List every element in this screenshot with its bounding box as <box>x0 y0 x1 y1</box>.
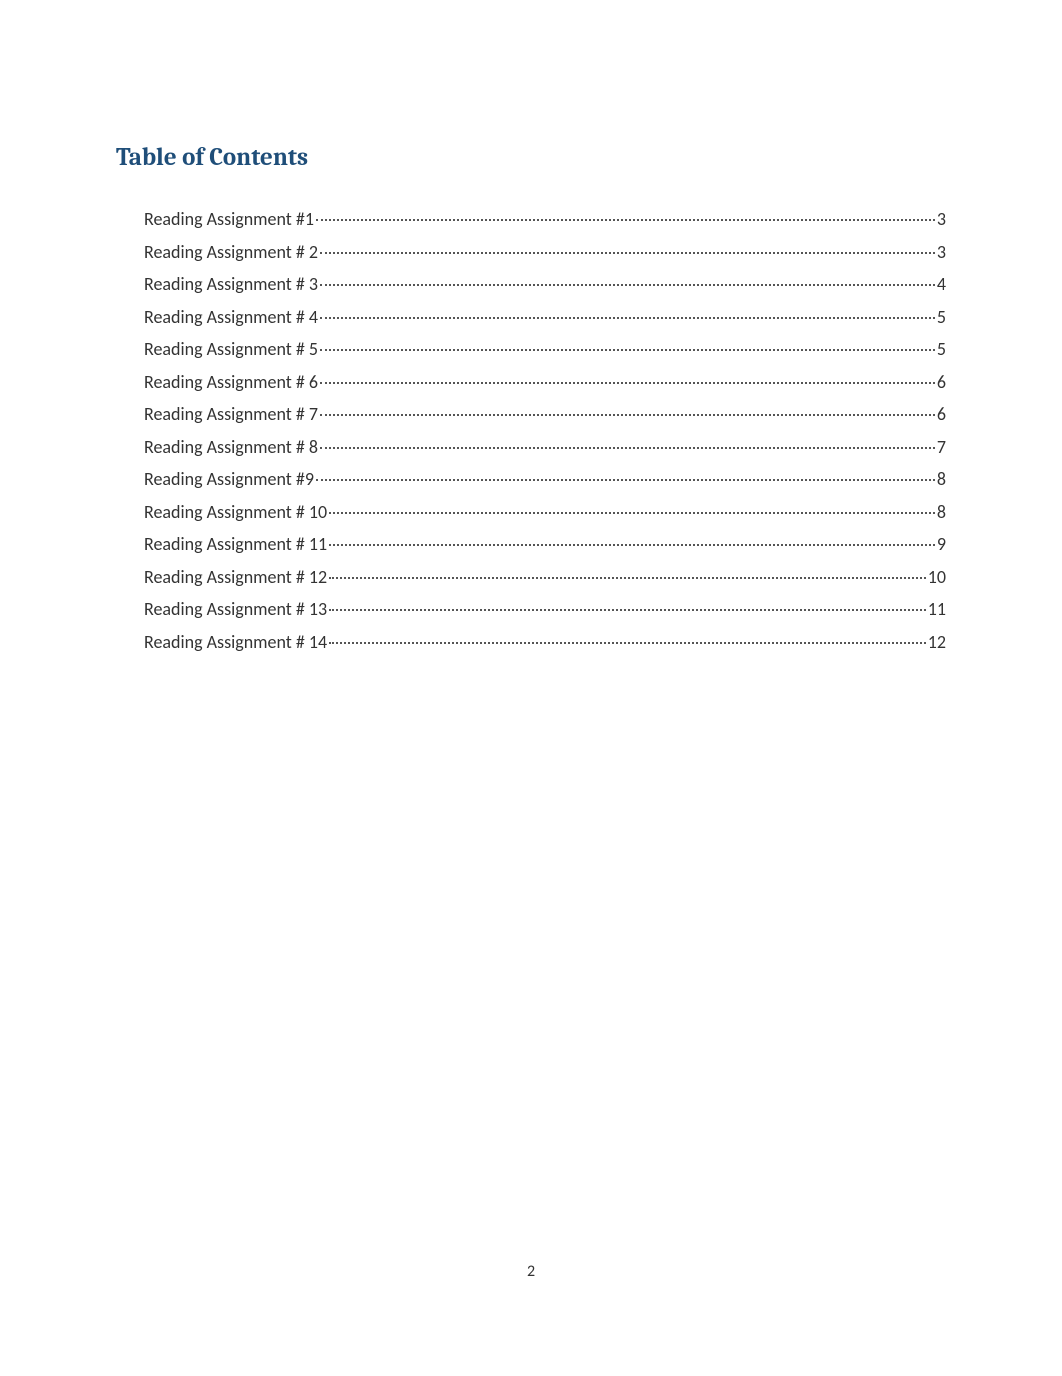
toc-entry[interactable]: Reading Assignment # 12 10 <box>144 568 946 586</box>
toc-leader-dots <box>329 642 926 644</box>
toc-entry-title: Reading Assignment # 12 <box>144 568 327 586</box>
toc-entry-title: Reading Assignment # 10 <box>144 503 327 521</box>
toc-leader-dots <box>329 577 926 579</box>
toc-entry[interactable]: Reading Assignment # 10 8 <box>144 503 946 521</box>
toc-entry-page: 6 <box>937 405 946 423</box>
toc-entry-page: 7 <box>937 438 946 456</box>
toc-entry[interactable]: Reading Assignment #9 8 <box>144 470 946 488</box>
toc-heading: Table of Contents <box>116 143 946 172</box>
toc-entry-page: 4 <box>937 275 946 293</box>
toc-leader-dots <box>320 252 935 254</box>
document-page: Table of Contents Reading Assignment #1 3… <box>0 0 1062 1376</box>
toc-entry-title: Reading Assignment # 11 <box>144 535 327 553</box>
toc-entry[interactable]: Reading Assignment # 3 4 <box>144 275 946 293</box>
toc-entry[interactable]: Reading Assignment # 11 9 <box>144 535 946 553</box>
toc-entry-page: 3 <box>937 210 946 228</box>
toc-entry-page: 12 <box>928 633 946 651</box>
toc-entry-title: Reading Assignment # 14 <box>144 633 327 651</box>
toc-entry-title: Reading Assignment # 4 <box>144 308 318 326</box>
toc-leader-dots <box>320 447 935 449</box>
toc-list: Reading Assignment #13Reading Assignment… <box>116 210 946 651</box>
toc-leader-dots <box>316 219 935 221</box>
toc-entry-title: Reading Assignment # 2 <box>144 243 318 261</box>
toc-entry-page: 10 <box>928 568 946 586</box>
toc-leader-dots <box>329 609 926 611</box>
toc-leader-dots <box>320 382 935 384</box>
toc-entry-page: 9 <box>937 535 946 553</box>
toc-entry[interactable]: Reading Assignment # 5 5 <box>144 340 946 358</box>
toc-entry-page: 8 <box>937 470 946 488</box>
toc-entry[interactable]: Reading Assignment # 2 3 <box>144 243 946 261</box>
toc-leader-dots <box>329 512 935 514</box>
toc-entry-page: 11 <box>928 600 946 618</box>
toc-entry-title: Reading Assignment # 8 <box>144 438 318 456</box>
toc-entry[interactable]: Reading Assignment # 8 7 <box>144 438 946 456</box>
toc-leader-dots <box>320 317 935 319</box>
toc-entry[interactable]: Reading Assignment # 6 6 <box>144 373 946 391</box>
toc-entry-title: Reading Assignment # 6 <box>144 373 318 391</box>
toc-leader-dots <box>320 349 935 351</box>
toc-leader-dots <box>320 284 935 286</box>
toc-entry-page: 5 <box>937 340 946 358</box>
toc-entry-title: Reading Assignment # 3 <box>144 275 318 293</box>
page-number: 2 <box>0 1262 1062 1281</box>
toc-entry-title: Reading Assignment #9 <box>144 470 314 488</box>
toc-entry-page: 8 <box>937 503 946 521</box>
toc-entry[interactable]: Reading Assignment # 7 6 <box>144 405 946 423</box>
toc-entry-title: Reading Assignment # 7 <box>144 405 318 423</box>
toc-leader-dots <box>320 414 935 416</box>
toc-leader-dots <box>316 479 935 481</box>
toc-entry-title: Reading Assignment #1 <box>144 210 314 228</box>
toc-entry-title: Reading Assignment # 13 <box>144 600 327 618</box>
toc-entry-title: Reading Assignment # 5 <box>144 340 318 358</box>
toc-entry[interactable]: Reading Assignment #1 3 <box>144 210 946 228</box>
toc-entry-page: 6 <box>937 373 946 391</box>
toc-entry[interactable]: Reading Assignment # 4 5 <box>144 308 946 326</box>
toc-entry[interactable]: Reading Assignment # 14 12 <box>144 633 946 651</box>
toc-entry[interactable]: Reading Assignment # 13 11 <box>144 600 946 618</box>
toc-entry-page: 3 <box>937 243 946 261</box>
toc-entry-page: 5 <box>937 308 946 326</box>
toc-leader-dots <box>329 544 935 546</box>
